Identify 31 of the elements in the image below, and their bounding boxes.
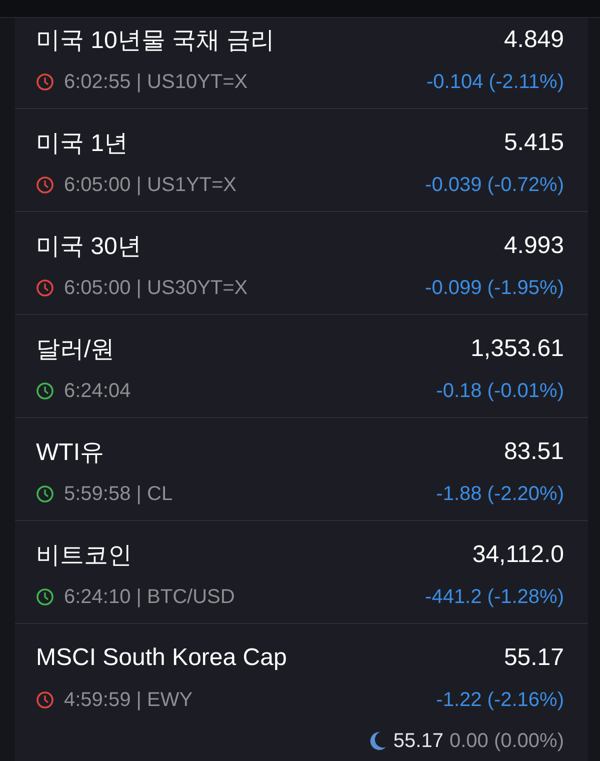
quote-time: 5:59:58 | CL — [64, 482, 173, 506]
price: 55.17 — [504, 644, 564, 672]
price-change: -1.88 (-2.20%) — [436, 482, 564, 506]
price: 4.993 — [504, 232, 564, 260]
quote-time: 6:05:00 | US1YT=X — [64, 174, 237, 196]
after-hours-change: 0.00 (0.00%) — [449, 730, 564, 752]
moon-icon — [369, 731, 388, 751]
price-change: -1.22 (-2.16%) — [436, 688, 564, 712]
instrument-name: 미국 1년 — [36, 129, 128, 159]
price-change: -0.104 (-2.11%) — [426, 70, 564, 94]
quote-time: 4:59:59 | EWY — [64, 688, 193, 712]
after-hours-price: 55.17 — [393, 730, 444, 752]
instrument-name: WTI유 — [36, 438, 104, 468]
quote-time: 6:05:00 | US30YT=X — [64, 276, 248, 300]
price: 1,353.61 — [470, 335, 564, 363]
price: 4.849 — [504, 26, 564, 54]
price-change: -0.099 (-1.95%) — [425, 276, 564, 300]
price-change: -0.18 (-0.01%) — [436, 380, 564, 402]
instrument-name: 달러/원 — [36, 335, 115, 365]
instrument-name: 비트코인 — [36, 541, 132, 571]
instrument-name: 미국 10년물 국채 금리 — [36, 26, 275, 56]
instrument-name: 미국 30년 — [36, 232, 142, 262]
quote-time: 6:24:10 | BTC/USD — [64, 586, 235, 608]
price-change: -441.2 (-1.28%) — [425, 586, 564, 608]
quote-time: 6:02:55 | US10YT=X — [64, 70, 248, 94]
quote-time: 6:24:04 — [64, 380, 131, 402]
price: 5.415 — [504, 129, 564, 157]
instrument-name: MSCI South Korea Cap — [36, 644, 287, 672]
price: 34,112.0 — [472, 541, 564, 569]
price-change: -0.039 (-0.72%) — [425, 174, 564, 196]
price: 83.51 — [504, 438, 564, 466]
